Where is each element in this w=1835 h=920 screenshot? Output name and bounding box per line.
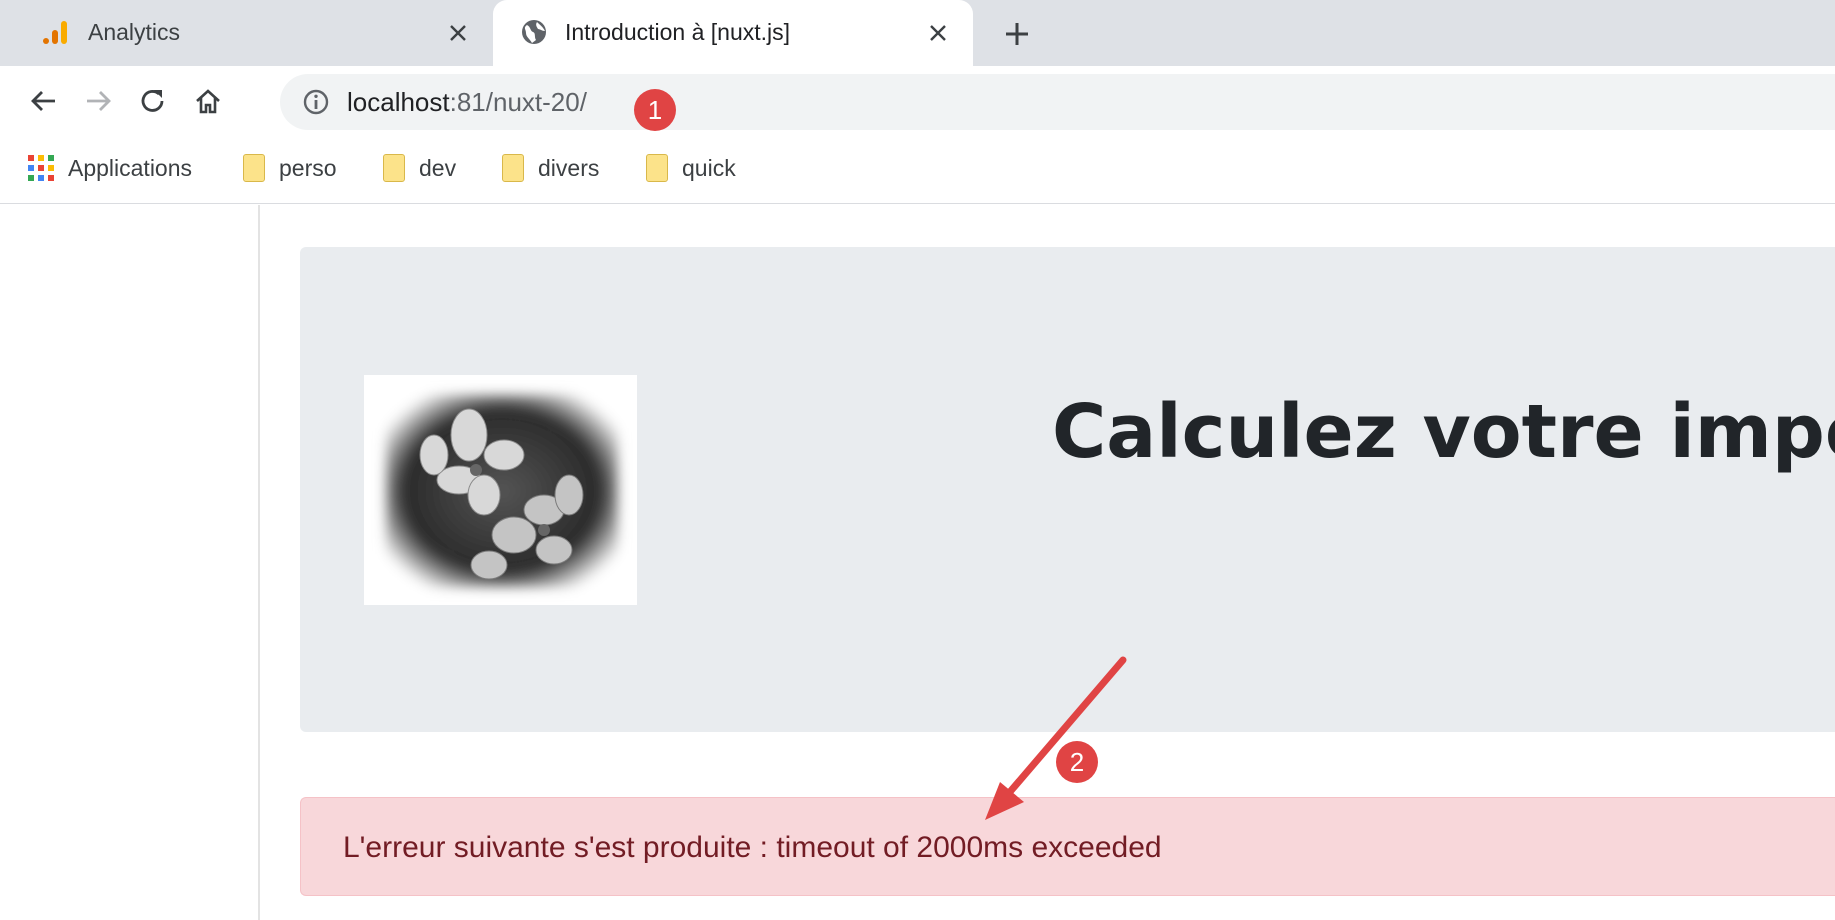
bookmark-label: Applications <box>68 154 193 181</box>
close-icon[interactable] <box>443 18 473 48</box>
error-alert: L'erreur suivante s'est produite : timeo… <box>300 797 1835 896</box>
folder-icon <box>383 154 405 182</box>
page-title: Calculez votre impôt <box>1052 389 1835 475</box>
url-host: localhost <box>347 87 450 117</box>
home-button[interactable] <box>188 81 228 121</box>
url-text[interactable]: localhost:81/nuxt-20/ <box>347 87 587 118</box>
bookmark-label: divers <box>538 154 600 181</box>
folder-icon <box>502 154 524 182</box>
jumbotron: Calculez votre impôt <box>300 247 1835 732</box>
bookmark-label: dev <box>419 154 457 181</box>
bookmark-dev[interactable]: dev <box>383 150 456 186</box>
bookmark-label: quick <box>682 154 736 181</box>
annotation-marker-2: 2 <box>1056 741 1098 783</box>
address-bar[interactable]: localhost:81/nuxt-20/ <box>280 74 1835 130</box>
bookmarks-bar: Applications perso dev divers quick <box>0 136 1835 204</box>
back-button[interactable] <box>24 81 64 121</box>
bookmark-applications[interactable]: Applications <box>28 150 192 186</box>
tab-strip: Analytics Introduction à [nuxt.js] <box>0 0 1835 66</box>
globe-icon <box>519 17 549 47</box>
browser-toolbar: localhost:81/nuxt-20/ <box>0 66 1835 136</box>
column-divider <box>258 205 260 920</box>
folder-icon <box>646 154 668 182</box>
new-tab-button[interactable] <box>998 15 1036 53</box>
bookmark-divers[interactable]: divers <box>502 150 599 186</box>
bookmark-quick[interactable]: quick <box>646 150 736 186</box>
url-path: :81/nuxt-20/ <box>449 87 587 117</box>
back-arrow-icon <box>31 91 55 111</box>
plus-icon <box>1006 23 1028 45</box>
bookmark-perso[interactable]: perso <box>243 150 337 186</box>
reload-icon <box>141 90 164 112</box>
tab-analytics[interactable]: Analytics <box>0 0 493 66</box>
bookmark-label: perso <box>279 154 337 181</box>
apps-grid-icon <box>28 155 54 181</box>
folder-icon <box>243 154 265 182</box>
reload-button[interactable] <box>133 81 173 121</box>
info-icon[interactable] <box>302 88 330 116</box>
forward-button[interactable] <box>78 81 118 121</box>
error-message: L'erreur suivante s'est produite : timeo… <box>343 831 1162 864</box>
close-icon[interactable] <box>923 18 953 48</box>
page-content: Calculez votre impôt L'erreur suivante s… <box>0 205 1835 920</box>
tab-title: Analytics <box>88 19 181 45</box>
analytics-icon <box>40 17 70 47</box>
tab-title: Introduction à [nuxt.js] <box>565 19 791 45</box>
forward-arrow-icon <box>87 91 111 111</box>
annotation-marker-1: 1 <box>634 89 676 131</box>
home-icon <box>196 89 220 114</box>
tab-nuxt[interactable]: Introduction à [nuxt.js] <box>493 0 973 66</box>
flower-photo <box>364 375 637 605</box>
